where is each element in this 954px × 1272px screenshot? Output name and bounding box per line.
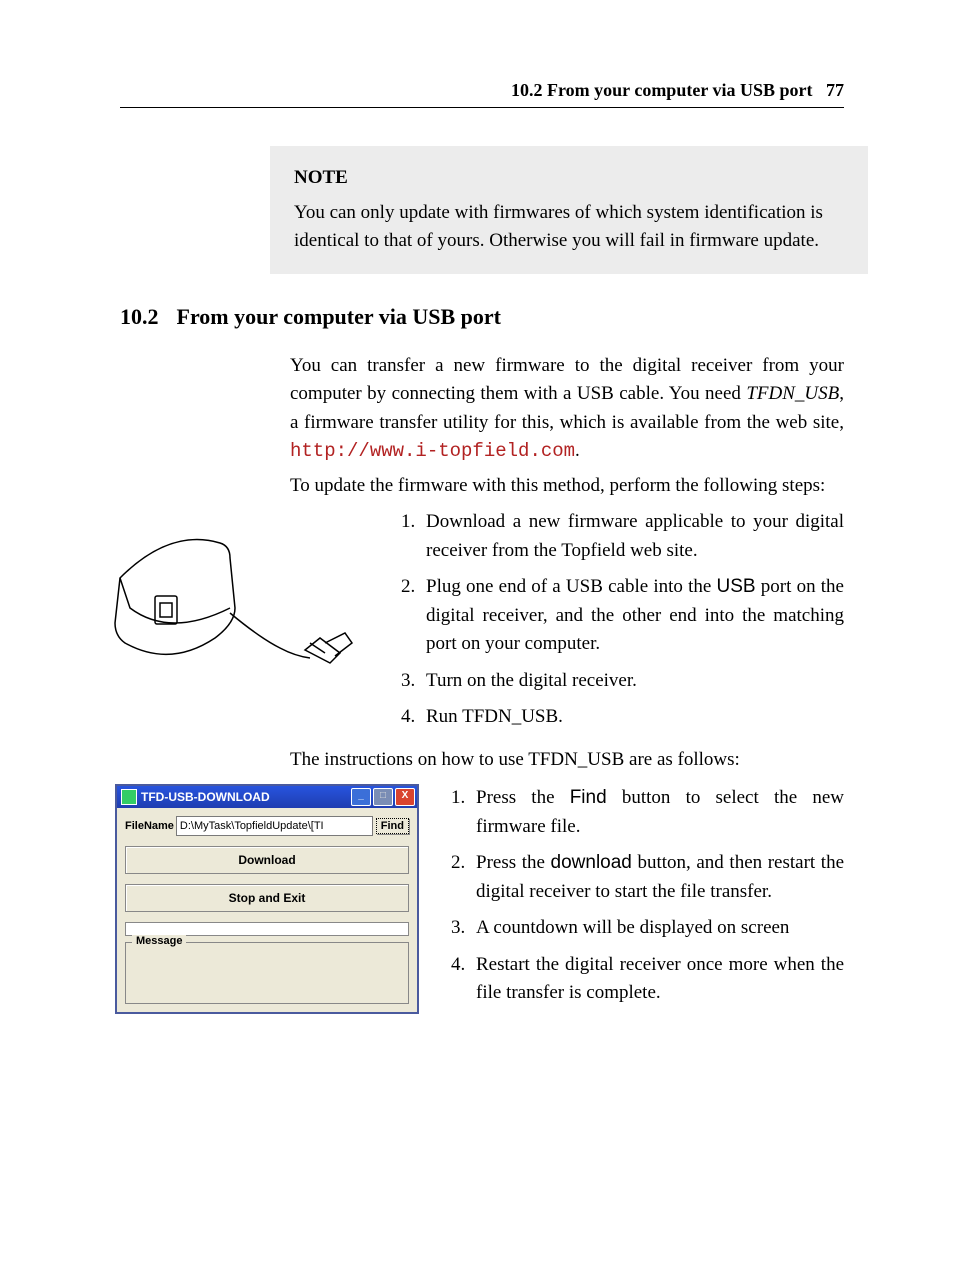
note-title: NOTE	[294, 164, 844, 193]
stop-exit-button[interactable]: Stop and Exit	[125, 884, 409, 912]
list-item: Press the download button, and then rest…	[470, 849, 844, 906]
steps-list-2: Press the Find button to select the new …	[440, 784, 844, 1008]
app-window: TFD-USB-DOWNLOAD _ □ X FileName D:\MyTas…	[115, 784, 419, 1014]
topfield-url: http://www.i-topfield.com	[290, 440, 575, 462]
list-item: A countdown will be displayed on screen	[470, 914, 844, 943]
usb-drawing-icon	[110, 508, 360, 708]
minimize-button[interactable]: _	[351, 788, 371, 806]
filename-field[interactable]: D:\MyTask\TopfieldUpdate\[TI	[176, 816, 373, 836]
window-title: TFD-USB-DOWNLOAD	[141, 790, 351, 804]
section-heading: 10.2 From your computer via USB port	[120, 304, 844, 330]
list-item: Restart the digital receiver once more w…	[470, 951, 844, 1008]
note-body: You can only update with firmwares of wh…	[294, 199, 844, 256]
close-button[interactable]: X	[395, 788, 415, 806]
intro-paragraph-2: To update the firmware with this method,…	[290, 472, 844, 501]
mid-paragraph: The instructions on how to use TFDN_USB …	[290, 746, 844, 775]
page-header: 10.2 From your computer via USB port 77	[120, 80, 844, 108]
filename-label: FileName	[125, 820, 174, 832]
list-item: Run TFDN_USB.	[420, 703, 844, 732]
steps-list-1: Download a new firmware applicable to yo…	[390, 508, 844, 732]
intro-paragraph-1: You can transfer a new firmware to the d…	[290, 352, 844, 466]
message-label: Message	[132, 935, 186, 947]
find-button[interactable]: Find	[376, 818, 409, 834]
list-item: Turn on the digital receiver.	[420, 667, 844, 696]
message-box: Message	[125, 942, 409, 1004]
header-page-number: 77	[826, 80, 844, 100]
list-item: Plug one end of a USB cable into the USB…	[420, 573, 844, 659]
section-number: 10.2	[120, 304, 159, 330]
maximize-button[interactable]: □	[373, 788, 393, 806]
progress-bar	[125, 922, 409, 936]
download-button[interactable]: Download	[125, 846, 409, 874]
list-item: Download a new firmware applicable to yo…	[420, 508, 844, 565]
usb-illustration	[120, 508, 390, 740]
title-bar: TFD-USB-DOWNLOAD _ □ X	[117, 786, 417, 808]
section-title: From your computer via USB port	[177, 304, 502, 329]
list-item: Press the Find button to select the new …	[470, 784, 844, 841]
app-icon	[121, 789, 137, 805]
note-box: NOTE You can only update with firmwares …	[270, 146, 868, 274]
header-section: 10.2 From your computer via USB port	[511, 80, 813, 100]
